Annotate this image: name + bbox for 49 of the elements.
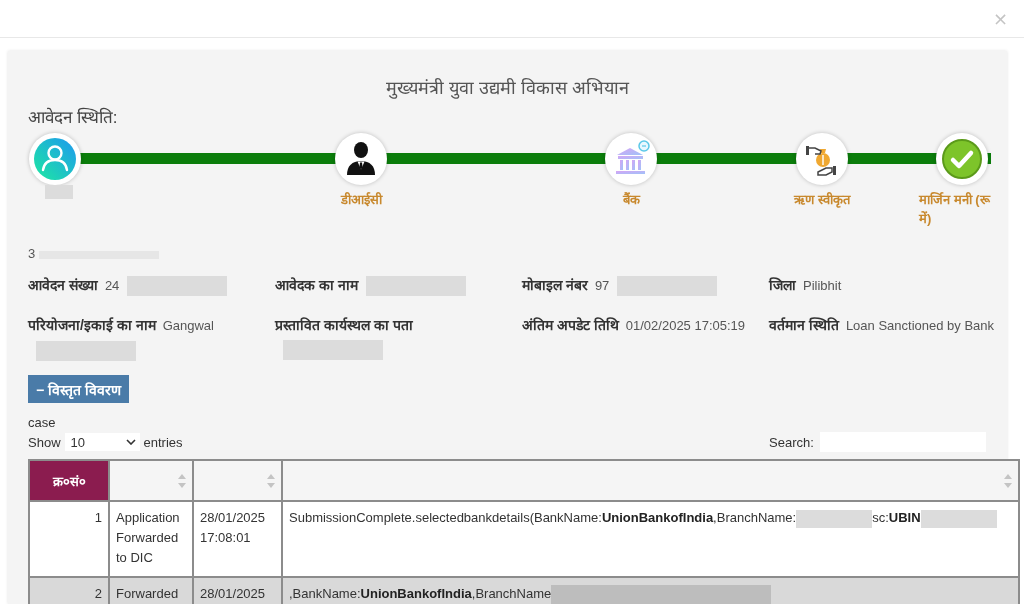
table-cell: 1 xyxy=(29,501,109,577)
step-label: डीआईसी xyxy=(340,191,382,209)
field-label: प्रस्तावित कार्यस्थल का पता xyxy=(275,317,413,333)
show-label: Show xyxy=(28,434,61,450)
field-value: Loan Sanctioned by Bank xyxy=(845,318,995,333)
businessman-icon xyxy=(335,133,387,185)
field-value: 24 xyxy=(104,278,120,293)
status-heading: आवेदन स्थिति: xyxy=(28,107,118,129)
field-value: 01/02/2025 17:05:19 xyxy=(625,318,746,333)
column-header[interactable] xyxy=(282,460,1019,501)
entries-select[interactable]: 10 xyxy=(64,433,140,451)
field-label: मोबाइल नंबर xyxy=(522,277,588,293)
remark-text: SubmissionComplete.selectedbankdetails(BankName:UnionBankofIndia,BranchName: xyxy=(289,510,797,525)
checkmark-icon xyxy=(936,133,988,185)
table-cell: Application Forwarded to DIC xyxy=(109,501,193,577)
table-caption: case xyxy=(28,414,56,432)
column-header[interactable] xyxy=(109,460,193,501)
entries-label: entries xyxy=(143,434,183,450)
hand-coin-icon xyxy=(796,133,848,185)
sort-icon[interactable] xyxy=(1004,473,1012,488)
table-cell: 2 xyxy=(29,577,109,604)
details-toggle-button[interactable]: − विस्तृत विवरण xyxy=(28,375,129,403)
field-label: परियोजना/इकाई का नाम xyxy=(28,317,156,333)
field-value: 97 xyxy=(594,278,610,293)
reference-text: 3 xyxy=(28,246,36,261)
sort-icon[interactable] xyxy=(267,473,275,488)
chevron-down-icon xyxy=(125,439,136,445)
step-label: ऋण स्वीकृत xyxy=(794,191,850,209)
field-value: Gangwal xyxy=(162,318,214,333)
remark-text: sc:UBIN xyxy=(872,510,921,525)
field-value: Pilibhit xyxy=(803,278,842,293)
table-cell: 28/01/2025 xyxy=(193,577,282,604)
table-cell: 28/01/2025 17:08:01 xyxy=(193,501,282,577)
field-label: अंतिम अपडेट तिथि xyxy=(522,317,619,333)
field-label: जिला xyxy=(769,277,796,293)
search-label: Search: xyxy=(769,434,814,450)
bank-icon xyxy=(605,133,657,185)
sort-icon[interactable] xyxy=(178,473,186,488)
person-icon xyxy=(29,133,81,185)
remark-text: ,BankName:UnionBankofIndia,BranchName xyxy=(289,586,552,601)
table-cell: Forwarded xyxy=(109,577,193,604)
field-label: आवेदक का नाम xyxy=(275,277,358,293)
column-header: क्र०सं० xyxy=(29,460,109,501)
page-title: मुख्यमंत्री युवा उद्यमी विकास अभियान xyxy=(385,77,631,99)
column-header[interactable] xyxy=(193,460,282,501)
step-label: बैंक xyxy=(622,191,640,209)
field-label: वर्तमान स्थिति xyxy=(769,317,839,333)
field-label: आवेदन संख्या xyxy=(28,277,98,293)
step-label: मार्जिन मनी (रू में) xyxy=(919,191,992,228)
